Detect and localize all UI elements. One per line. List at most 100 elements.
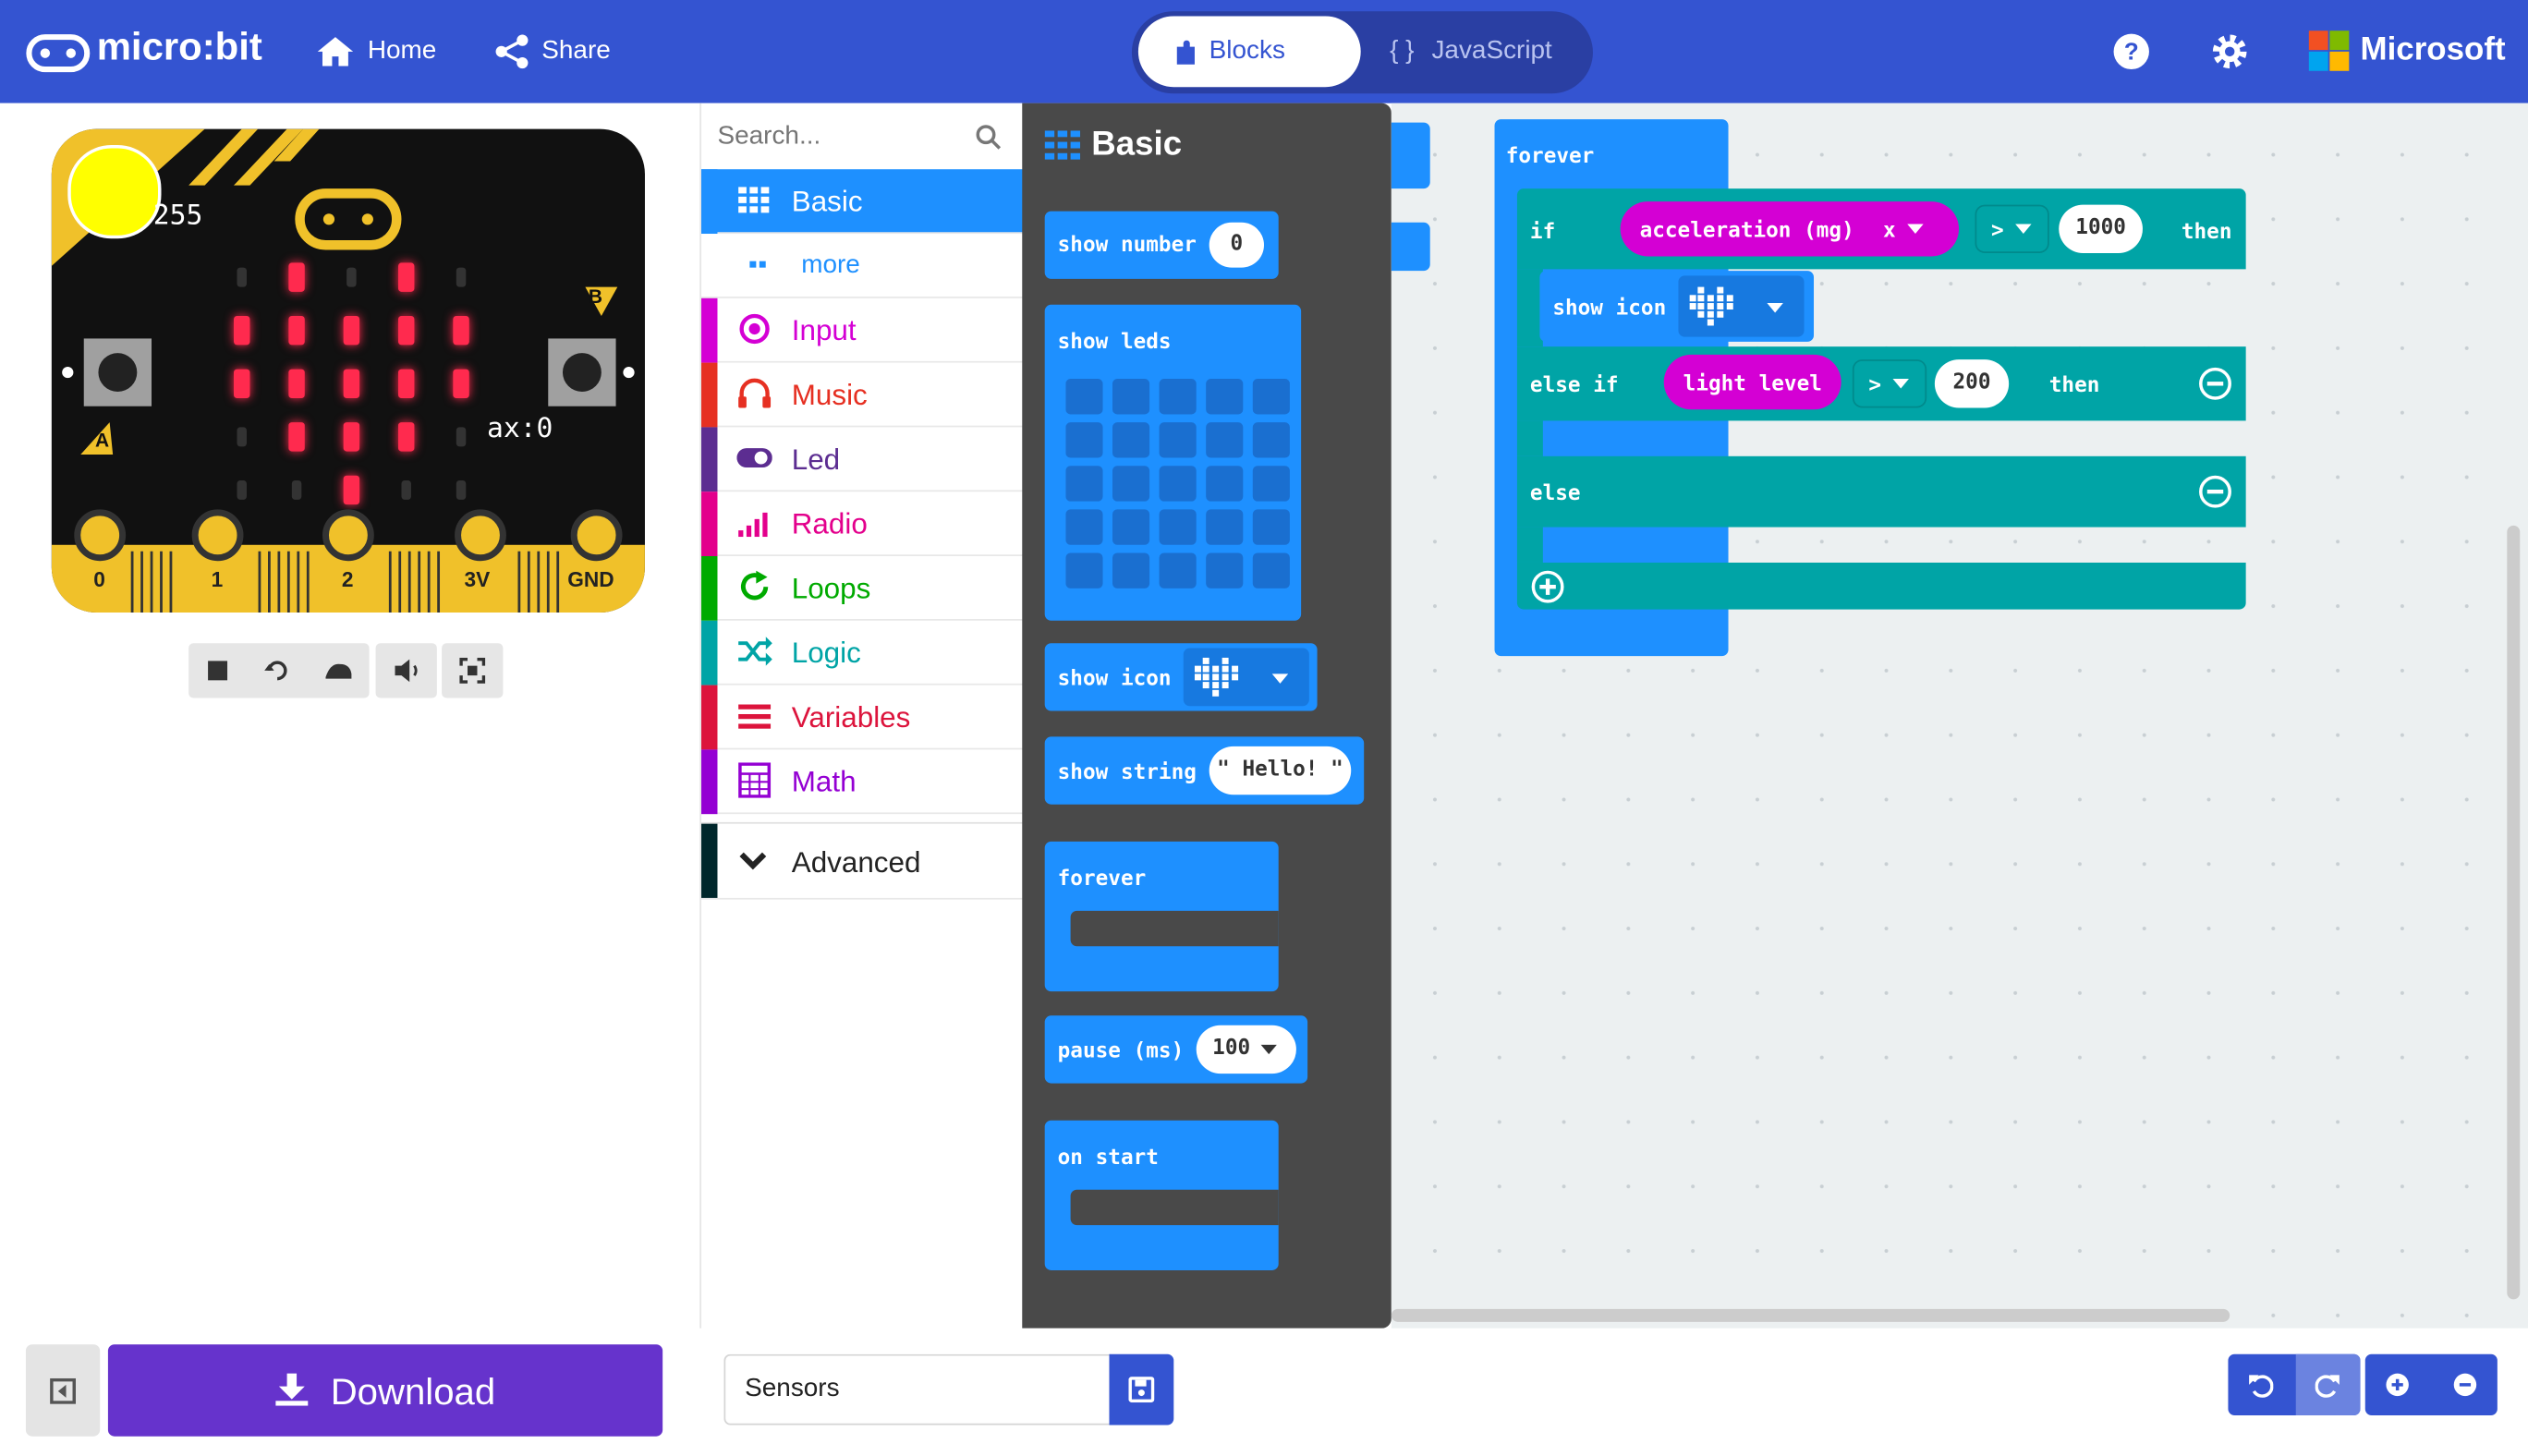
category-math[interactable]: Math bbox=[701, 749, 1025, 815]
category-radio[interactable]: Radio bbox=[701, 491, 1025, 556]
block-show-number[interactable]: show number 0 bbox=[1044, 211, 1279, 279]
leds-editor-cell[interactable] bbox=[1159, 552, 1197, 588]
led-4-2[interactable] bbox=[343, 475, 360, 505]
search-input[interactable] bbox=[713, 113, 979, 162]
led-2-1[interactable] bbox=[288, 369, 305, 398]
tab-blocks[interactable]: Blocks bbox=[1137, 16, 1361, 88]
blocks-workspace[interactable]: forever if acceleration (mg) x > 1000 th… bbox=[1391, 103, 2528, 1329]
leds-editor-cell[interactable] bbox=[1252, 379, 1290, 415]
leds-editor-grid[interactable] bbox=[1065, 379, 1294, 595]
slowmo-icon[interactable] bbox=[324, 658, 353, 684]
ws-operator-dropdown-1[interactable]: > bbox=[1975, 204, 2049, 253]
leds-editor-cell[interactable] bbox=[1065, 422, 1103, 458]
leds-editor-cell[interactable] bbox=[1065, 552, 1103, 588]
hidden-block-edge[interactable] bbox=[1391, 122, 1430, 189]
undo-button[interactable] bbox=[2228, 1354, 2292, 1415]
led-4-4[interactable] bbox=[456, 479, 467, 500]
remove-else-if-icon[interactable] bbox=[2197, 366, 2232, 401]
leds-editor-cell[interactable] bbox=[1252, 422, 1290, 458]
led-4-3[interactable] bbox=[401, 479, 411, 500]
download-button[interactable]: Download bbox=[107, 1344, 663, 1437]
help-icon[interactable]: ? bbox=[2112, 32, 2151, 71]
add-else-if-icon[interactable] bbox=[1530, 569, 1565, 604]
block-show-leds[interactable]: show leds bbox=[1044, 304, 1302, 621]
ws-if-header[interactable]: if acceleration (mg) x > 1000 then bbox=[1516, 188, 2246, 270]
leds-editor-cell[interactable] bbox=[1112, 379, 1150, 415]
leds-editor-cell[interactable] bbox=[1065, 466, 1103, 502]
stop-icon[interactable] bbox=[205, 658, 231, 684]
leds-editor-cell[interactable] bbox=[1252, 509, 1290, 545]
category-loops[interactable]: Loops bbox=[701, 555, 1025, 621]
led-0-1[interactable] bbox=[288, 262, 305, 292]
led-1-4[interactable] bbox=[453, 316, 469, 346]
category-input[interactable]: Input bbox=[701, 297, 1025, 363]
led-1-0[interactable] bbox=[234, 316, 250, 346]
category-basic[interactable]: Basic bbox=[701, 169, 1025, 235]
led-3-3[interactable] bbox=[397, 422, 415, 452]
leds-editor-cell[interactable] bbox=[1159, 422, 1197, 458]
led-3-0[interactable] bbox=[237, 427, 247, 447]
leds-editor-cell[interactable] bbox=[1112, 466, 1150, 502]
led-4-1[interactable] bbox=[291, 479, 302, 500]
led-0-2[interactable] bbox=[346, 267, 357, 287]
block-pause[interactable]: pause (ms) 100 bbox=[1044, 1015, 1308, 1084]
tab-javascript[interactable]: { } JavaScript bbox=[1370, 16, 1586, 87]
leds-editor-cell[interactable] bbox=[1159, 466, 1197, 502]
category-led[interactable]: Led bbox=[701, 427, 1025, 492]
block-show-icon[interactable]: show icon bbox=[1044, 643, 1318, 711]
ws-operator-dropdown-2[interactable]: > bbox=[1852, 359, 1927, 408]
led-1-2[interactable] bbox=[343, 316, 360, 346]
leds-editor-cell[interactable] bbox=[1065, 509, 1103, 545]
mute-button[interactable] bbox=[375, 643, 437, 698]
horizontal-scrollbar[interactable] bbox=[1391, 1308, 2230, 1322]
show-string-value[interactable]: " Hello! " bbox=[1209, 746, 1352, 795]
led-0-0[interactable] bbox=[237, 267, 247, 287]
leds-editor-cell[interactable] bbox=[1112, 422, 1150, 458]
pause-value-dropdown[interactable]: 100 bbox=[1196, 1025, 1296, 1074]
leds-editor-cell[interactable] bbox=[1252, 466, 1290, 502]
led-3-1[interactable] bbox=[288, 422, 305, 452]
led-3-4[interactable] bbox=[456, 427, 467, 447]
leds-editor-cell[interactable] bbox=[1112, 552, 1150, 588]
show-number-value[interactable]: 0 bbox=[1209, 222, 1265, 268]
leds-editor-cell[interactable] bbox=[1206, 509, 1244, 545]
led-2-0[interactable] bbox=[234, 369, 250, 398]
ws-else-if-row[interactable]: else if light level > 200 then bbox=[1516, 346, 2246, 421]
led-2-3[interactable] bbox=[397, 369, 415, 398]
led-1-3[interactable] bbox=[397, 316, 415, 346]
led-1-1[interactable] bbox=[288, 316, 305, 346]
leds-editor-cell[interactable] bbox=[1206, 552, 1244, 588]
leds-editor-cell[interactable] bbox=[1112, 509, 1150, 545]
leds-editor-cell[interactable] bbox=[1159, 379, 1197, 415]
project-name-input[interactable] bbox=[723, 1353, 1112, 1426]
block-on-start[interactable]: on start bbox=[1044, 1120, 1279, 1270]
block-show-string[interactable]: show string " Hello! " bbox=[1044, 736, 1365, 805]
block-forever[interactable]: forever bbox=[1044, 841, 1279, 992]
led-0-4[interactable] bbox=[456, 267, 467, 287]
fullscreen-button[interactable] bbox=[442, 643, 504, 698]
category-variables[interactable]: Variables bbox=[701, 685, 1025, 750]
led-4-0[interactable] bbox=[237, 479, 247, 500]
ws-acceleration-block[interactable]: acceleration (mg) x bbox=[1620, 201, 1960, 257]
ws-light-level-block[interactable]: light level bbox=[1663, 354, 1841, 410]
ws-threshold-1[interactable]: 1000 bbox=[2059, 204, 2143, 253]
led-3-2[interactable] bbox=[343, 422, 360, 452]
zoom-in-button[interactable] bbox=[2365, 1354, 2430, 1415]
category-advanced[interactable]: Advanced bbox=[701, 821, 1025, 900]
ws-threshold-2[interactable]: 200 bbox=[1934, 359, 2010, 408]
remove-else-icon[interactable] bbox=[2197, 474, 2232, 509]
light-level-sun[interactable] bbox=[67, 145, 162, 239]
icon-dropdown[interactable] bbox=[1183, 648, 1309, 707]
category-logic[interactable]: Logic bbox=[701, 620, 1025, 686]
save-button[interactable] bbox=[1109, 1353, 1174, 1426]
vertical-scrollbar[interactable] bbox=[2507, 525, 2521, 1300]
ws-else-row[interactable]: else bbox=[1516, 455, 2246, 528]
led-matrix[interactable] bbox=[212, 251, 489, 509]
zoom-out-button[interactable] bbox=[2433, 1354, 2498, 1415]
restart-icon[interactable] bbox=[264, 658, 290, 684]
redo-button[interactable] bbox=[2295, 1353, 2361, 1416]
leds-editor-cell[interactable] bbox=[1065, 379, 1103, 415]
leds-editor-cell[interactable] bbox=[1159, 509, 1197, 545]
ws-icon-dropdown[interactable] bbox=[1678, 275, 1805, 337]
collapse-simulator-button[interactable] bbox=[25, 1344, 101, 1437]
